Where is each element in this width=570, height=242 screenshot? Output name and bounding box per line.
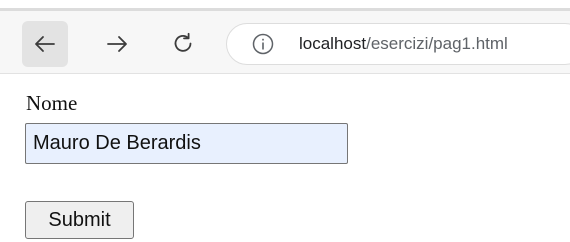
back-button[interactable]	[22, 21, 68, 67]
url-host: localhost	[299, 34, 367, 53]
forward-arrow-icon	[107, 36, 127, 52]
url-text: localhost/esercizi/pag1.html	[299, 34, 508, 54]
url-path: /esercizi/pag1.html	[366, 34, 508, 53]
nome-label: Nome	[26, 91, 78, 115]
back-arrow-icon	[35, 36, 55, 52]
address-bar[interactable]: localhost/esercizi/pag1.html	[226, 23, 570, 65]
info-icon[interactable]	[251, 32, 275, 56]
submit-button[interactable]: Submit	[25, 201, 134, 239]
forward-button[interactable]	[94, 21, 140, 67]
nome-input[interactable]	[25, 123, 348, 164]
reload-button[interactable]	[160, 21, 206, 67]
browser-toolbar: localhost/esercizi/pag1.html	[0, 11, 570, 74]
reload-icon	[174, 32, 192, 52]
